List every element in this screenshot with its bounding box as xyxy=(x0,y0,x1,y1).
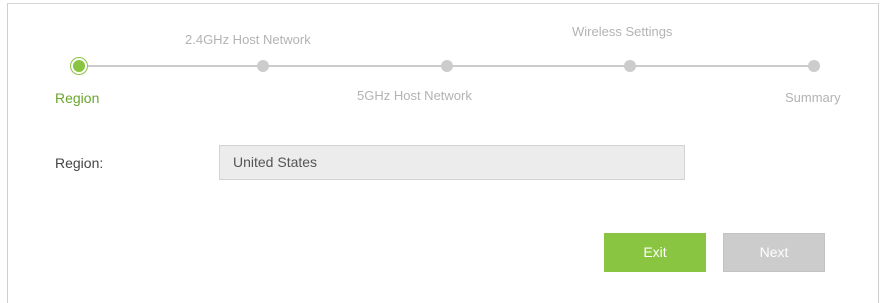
step-dot-wireless-settings[interactable] xyxy=(624,60,636,72)
step-dot-region[interactable] xyxy=(73,60,85,72)
exit-button[interactable]: Exit xyxy=(604,233,706,272)
step-label-wireless-settings[interactable]: Wireless Settings xyxy=(572,24,672,39)
step-dot-24ghz-host-network[interactable] xyxy=(257,60,269,72)
step-label-5ghz-host-network[interactable]: 5GHz Host Network xyxy=(357,88,472,103)
step-dot-5ghz-host-network[interactable] xyxy=(441,60,453,72)
step-label-summary[interactable]: Summary xyxy=(785,90,841,105)
region-field[interactable]: United States xyxy=(219,145,685,180)
step-dot-summary[interactable] xyxy=(808,60,820,72)
step-label-region[interactable]: Region xyxy=(55,90,99,106)
region-field-label: Region: xyxy=(55,155,104,171)
step-label-24ghz-host-network[interactable]: 2.4GHz Host Network xyxy=(185,32,311,47)
wizard-stepper: Region 2.4GHz Host Network 5GHz Host Net… xyxy=(0,0,887,120)
next-button[interactable]: Next xyxy=(723,233,825,272)
